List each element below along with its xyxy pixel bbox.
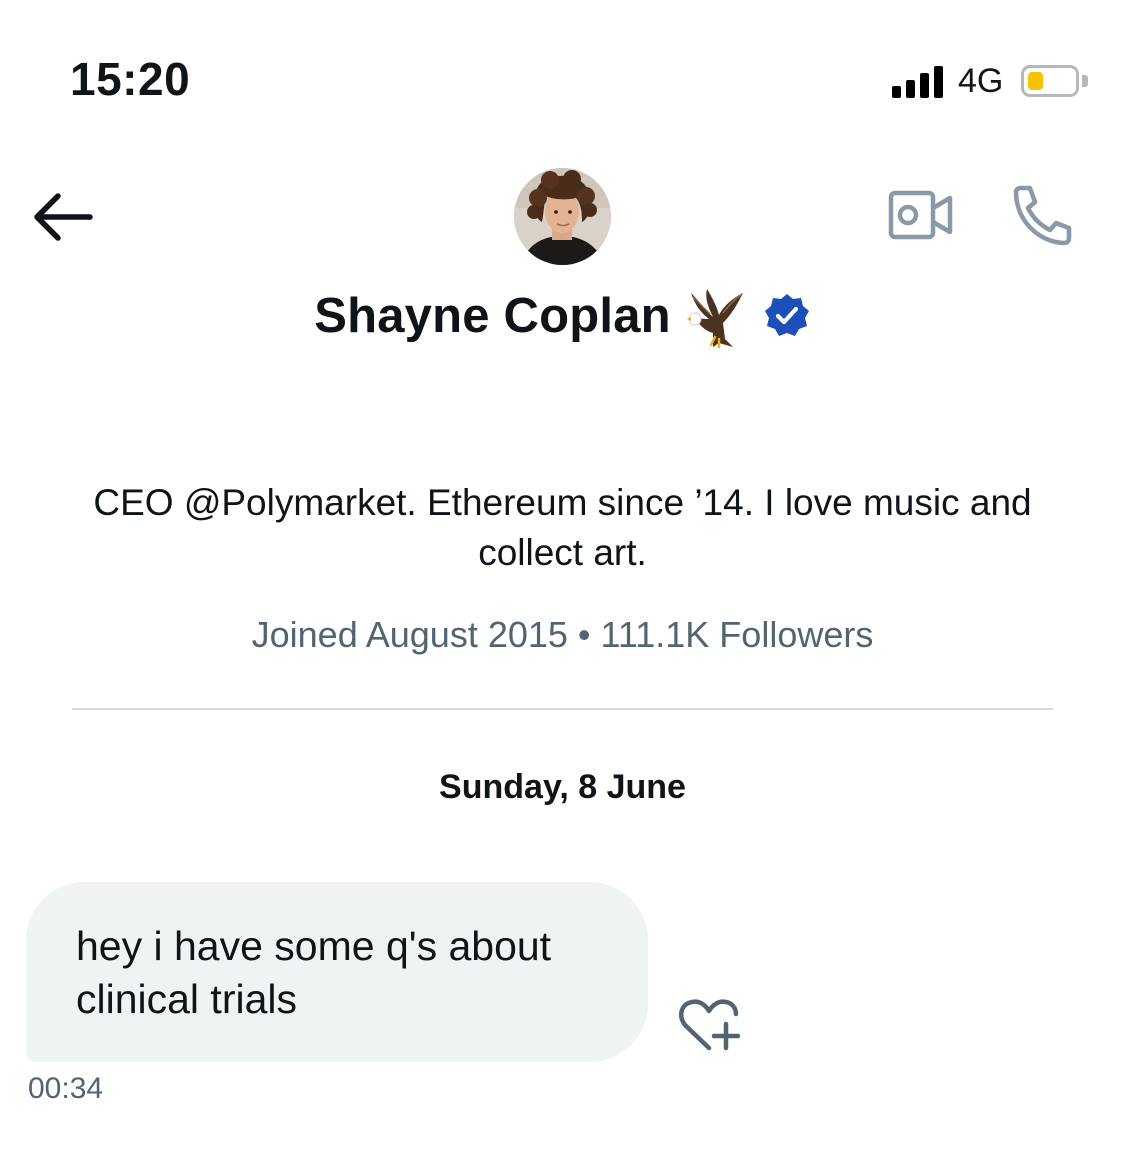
battery-icon [1021,65,1079,97]
profile-name: Shayne Coplan [314,289,671,343]
battery-tip [1082,75,1088,87]
phone-icon [1013,185,1072,246]
avatar[interactable] [514,168,611,265]
eagle-emoji-icon [686,289,743,349]
status-time: 15:20 [70,53,191,105]
meta-separator: • [577,614,591,655]
profile-meta: Joined August 2015 • 111.1K Followers [0,614,1125,656]
message-text: hey i have some q's about clinical trial… [76,923,552,1022]
message-timestamp: 00:34 [28,1072,104,1105]
video-call-button[interactable] [886,186,956,244]
network-type: 4G [958,62,1004,100]
profile-name-row: Shayne Coplan [0,280,1125,352]
date-separator: Sunday, 8 June [439,768,686,806]
divider [72,708,1053,710]
add-reaction-button[interactable] [676,994,744,1056]
message-bubble[interactable]: hey i have some q's about clinical trial… [26,882,648,1062]
signal-strength-icon [892,66,944,98]
arrow-left-icon [34,193,93,241]
video-camera-icon [888,190,953,240]
joined-date: Joined August 2015 [251,614,568,655]
back-button[interactable] [30,190,94,244]
voice-call-button[interactable] [1006,180,1076,250]
verified-badge-icon [764,294,809,336]
followers-count[interactable]: 111.1K Followers [601,614,874,655]
heart-plus-icon [678,999,741,1051]
profile-bio: CEO @Polymarket. Ethereum since ’14. I l… [93,482,1032,573]
